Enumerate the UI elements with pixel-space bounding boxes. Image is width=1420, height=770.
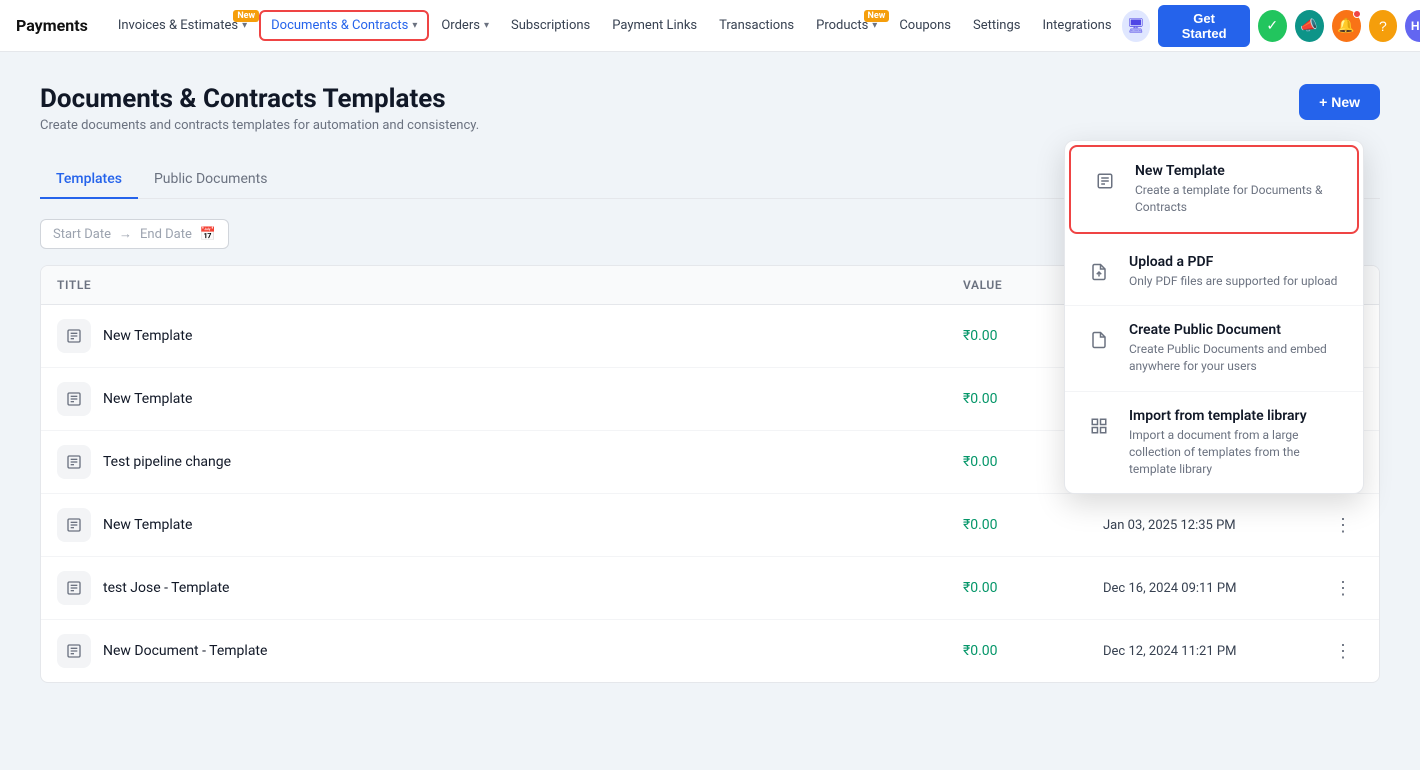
row-icon [57,634,91,668]
row-icon [57,445,91,479]
row-title-text: New Template [103,328,192,344]
nav-item-coupons[interactable]: Coupons [889,12,961,39]
page-subtitle: Create documents and contracts templates… [40,118,479,133]
page-title: Documents & Contracts Templates [40,84,479,114]
dropdown-item-desc: Only PDF files are supported for upload [1129,273,1337,290]
dropdown-item-icon-create-public [1083,324,1115,356]
dropdown-item-title: Upload a PDF [1129,254,1337,270]
table-row: New Document - Template ₹0.00 Dec 12, 20… [41,620,1379,682]
nav-item-payment-links[interactable]: Payment Links [602,12,707,39]
megaphone-icon-button[interactable]: 📣 [1295,10,1324,42]
start-date-label: Start Date [53,227,111,242]
row-date: Dec 16, 2024 09:11 PM [1103,581,1323,596]
badge-invoices: New [233,10,259,22]
help-icon-button[interactable]: ? [1369,10,1398,42]
dropdown-item-new-template[interactable]: New Template Create a template for Docum… [1069,145,1359,234]
calendar-icon: 📅 [200,227,216,242]
dropdown-item-create-public[interactable]: Create Public Document Create Public Doc… [1065,306,1363,392]
nav-item-products[interactable]: ProductsNew▾ [806,12,887,39]
chevron-documents: ▾ [412,20,417,31]
table-row: New Template ₹0.00 Jan 03, 2025 12:35 PM… [41,494,1379,557]
top-navigation: Payments Invoices & EstimatesNew▾Documen… [0,0,1420,52]
row-icon [57,571,91,605]
dropdown-item-icon-new-template [1089,165,1121,197]
nav-item-orders[interactable]: Orders▾ [431,12,499,39]
row-title: test Jose - Template [57,571,963,605]
end-date-label: End Date [140,227,192,242]
row-title: New Document - Template [57,634,963,668]
row-actions-button[interactable]: ⋮ [1323,515,1363,536]
dropdown-item-upload-pdf[interactable]: Upload a PDF Only PDF files are supporte… [1065,238,1363,307]
nav-right: 🖥 Get Started ✓ 📣 🔔 ? HG [1122,5,1420,47]
nav-item-documents[interactable]: Documents & Contracts▾ [259,10,429,41]
col-title: Title [57,278,963,292]
tab-public-docs[interactable]: Public Documents [138,161,283,199]
tab-templates[interactable]: Templates [40,161,138,199]
dropdown-item-desc: Create Public Documents and embed anywhe… [1129,341,1345,375]
brand-label: Payments [16,16,88,35]
nav-item-subscriptions[interactable]: Subscriptions [501,12,600,39]
dropdown-item-icon-upload-pdf [1083,256,1115,288]
row-title: New Template [57,508,963,542]
dropdown-item-desc: Create a template for Documents & Contra… [1135,182,1339,216]
green-icon-button[interactable]: ✓ [1258,10,1287,42]
row-value: ₹0.00 [963,517,1103,533]
row-title-text: New Template [103,517,192,533]
row-value: ₹0.00 [963,580,1103,596]
dropdown-item-icon-import-library [1083,410,1115,442]
row-icon [57,382,91,416]
dropdown-item-title: Create Public Document [1129,322,1345,338]
row-title: New Template [57,382,963,416]
notification-bell-button[interactable]: 🔔 [1332,10,1361,42]
dropdown-item-desc: Import a document from a large collectio… [1129,427,1345,477]
dropdown-item-title: Import from template library [1129,408,1345,424]
get-started-button[interactable]: Get Started [1158,5,1249,47]
dropdown-item-content-create-public: Create Public Document Create Public Doc… [1129,322,1345,375]
page-title-area: Documents & Contracts Templates Create d… [40,84,479,133]
page-header: Documents & Contracts Templates Create d… [40,84,1380,133]
nav-items: Invoices & EstimatesNew▾Documents & Cont… [108,10,1122,41]
row-title: New Template [57,319,963,353]
dropdown-item-content-upload-pdf: Upload a PDF Only PDF files are supporte… [1129,254,1337,290]
nav-item-transactions[interactable]: Transactions [709,12,804,39]
new-button[interactable]: + New [1299,84,1380,120]
dropdown-item-import-library[interactable]: Import from template library Import a do… [1065,392,1363,493]
row-title-text: New Document - Template [103,643,267,659]
row-value: ₹0.00 [963,643,1103,659]
nav-item-settings[interactable]: Settings [963,12,1030,39]
dropdown-item-title: New Template [1135,163,1339,179]
nav-item-integrations[interactable]: Integrations [1032,12,1121,39]
row-title: Test pipeline change [57,445,963,479]
date-range-filter[interactable]: Start Date → End Date 📅 [40,219,229,249]
notification-dot [1353,10,1361,18]
row-icon [57,319,91,353]
row-actions-button[interactable]: ⋮ [1323,578,1363,599]
row-icon [57,508,91,542]
row-date: Jan 03, 2025 12:35 PM [1103,518,1323,533]
row-title-text: Test pipeline change [103,454,231,470]
screen-icon-button[interactable]: 🖥 [1122,10,1151,42]
dropdown-item-content-import-library: Import from template library Import a do… [1129,408,1345,477]
row-actions-button[interactable]: ⋮ [1323,641,1363,662]
badge-products: New [864,10,890,22]
row-date: Dec 12, 2024 11:21 PM [1103,644,1323,659]
new-dropdown-menu: New Template Create a template for Docum… [1064,140,1364,494]
nav-item-invoices[interactable]: Invoices & EstimatesNew▾ [108,12,257,39]
row-title-text: test Jose - Template [103,580,229,596]
chevron-orders: ▾ [484,20,489,31]
arrow-icon: → [119,226,132,242]
avatar-button[interactable]: HG [1405,10,1420,42]
row-title-text: New Template [103,391,192,407]
dropdown-item-content-new-template: New Template Create a template for Docum… [1135,163,1339,216]
table-row: test Jose - Template ₹0.00 Dec 16, 2024 … [41,557,1379,620]
